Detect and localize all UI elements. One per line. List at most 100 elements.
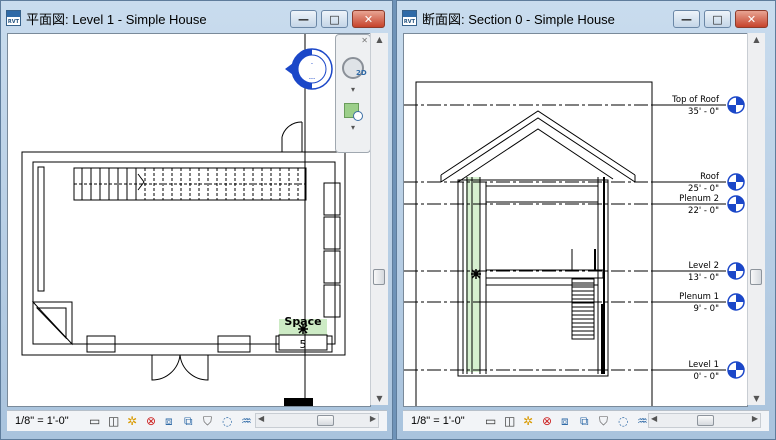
view-scale[interactable]: 1/8" = 1'-0"	[411, 415, 465, 427]
crop-region[interactable]	[415, 81, 653, 406]
level-level-1[interactable]: Level 1 0' - 0"	[404, 360, 745, 382]
visual-style-icon[interactable]: ◫	[504, 414, 519, 428]
scroll-thumb[interactable]	[750, 269, 762, 285]
level-name[interactable]: Level 2	[688, 261, 719, 271]
h-scroll-thumb[interactable]	[697, 415, 714, 426]
sun-path-icon[interactable]: ✲	[127, 414, 142, 428]
analysis-model-icon[interactable]: ♒	[241, 414, 256, 428]
plan-view-control-bar: 1/8" = 1'-0" ▭ ◫ ✲ ⊗ ⧈ ⧉ ⛉ ◌ ♒ ◀ ▶	[7, 410, 387, 431]
section-horizontal-scrollbar[interactable]: ◀ ▶	[648, 413, 761, 428]
level-roof[interactable]: Roof 25' - 0"	[404, 172, 745, 194]
view-cube-icon[interactable]: ▭	[89, 414, 104, 428]
angled-corner-wall-inner	[35, 307, 67, 340]
wheel-dropdown-icon[interactable]: ▾	[336, 85, 370, 94]
level-name[interactable]: Top of Roof	[671, 95, 720, 105]
level-name[interactable]: Plenum 2	[679, 194, 719, 204]
level-elevation[interactable]: 13' - 0"	[688, 273, 719, 283]
shadows-off-icon[interactable]: ⊗	[146, 414, 161, 428]
level-elevation[interactable]: 35' - 0"	[688, 107, 719, 117]
2d-mode-label: 2D	[356, 69, 367, 77]
revit-document-icon: RVT	[6, 10, 21, 26]
h-scroll-thumb[interactable]	[317, 415, 334, 426]
navbar-close-icon[interactable]: ✕	[361, 36, 368, 45]
svg-text:-: -	[311, 60, 313, 67]
elevation-marker[interactable]: - ---	[285, 48, 333, 90]
section-view-window[interactable]: RVT 断面図: Section 0 - Simple House — □ ✕	[396, 0, 776, 440]
revit-document-icon: RVT	[402, 10, 417, 26]
visual-style-icon[interactable]: ◫	[108, 414, 123, 428]
minimize-icon: —	[681, 12, 692, 26]
reveal-hidden-icon[interactable]: ◌	[618, 414, 633, 428]
section-vertical-scrollbar[interactable]: ▲ ▼	[747, 33, 765, 405]
crop-region-icon[interactable]: ⧈	[561, 414, 576, 428]
window	[323, 284, 341, 318]
crop-region-icon[interactable]: ⧈	[165, 414, 180, 428]
show-crop-icon[interactable]: ⧉	[580, 414, 595, 428]
sun-path-icon[interactable]: ✲	[523, 414, 538, 428]
show-crop-icon[interactable]: ⧉	[184, 414, 199, 428]
room-marker-icon	[471, 269, 481, 279]
maximize-icon: □	[329, 12, 340, 26]
section-drawing[interactable]: Top of Roof 35' - 0" Roof 25' - 0"Plenum 2 2…	[404, 34, 747, 406]
maximize-button[interactable]: □	[321, 10, 348, 28]
temporary-hide-icon[interactable]: ⛉	[599, 414, 614, 428]
maximize-button[interactable]: □	[704, 10, 731, 28]
close-icon: ✕	[363, 12, 374, 26]
scroll-right-icon[interactable]: ▶	[370, 414, 376, 423]
shadows-off-icon[interactable]: ⊗	[542, 414, 557, 428]
plan-drawing-area[interactable]: Space 5 - --- ✕ 2D ▾ ▾	[7, 33, 371, 407]
level-name[interactable]: Roof	[700, 172, 720, 182]
door-top	[281, 121, 303, 152]
view-scale[interactable]: 1/8" = 1'-0"	[15, 415, 69, 427]
stair	[73, 167, 307, 201]
window	[323, 216, 341, 250]
view-cube-icon[interactable]: ▭	[485, 414, 500, 428]
plan-horizontal-scrollbar[interactable]: ◀ ▶	[255, 413, 379, 428]
close-icon: ✕	[746, 12, 757, 26]
scroll-up-icon[interactable]: ▲	[748, 35, 765, 44]
close-button[interactable]: ✕	[352, 10, 385, 28]
double-door	[151, 354, 209, 381]
roof	[440, 110, 636, 183]
level-elevation[interactable]: 0' - 0"	[693, 372, 719, 382]
plan-window-title: 平面図: Level 1 - Simple House	[26, 12, 207, 27]
scroll-thumb[interactable]	[373, 269, 385, 285]
navigation-bar[interactable]: ✕ 2D ▾ ▾	[335, 34, 370, 153]
level-top-of-roof[interactable]: Top of Roof 35' - 0"	[404, 95, 745, 117]
scroll-left-icon[interactable]: ◀	[651, 414, 657, 423]
level-level-2[interactable]: Level 2 13' - 0"	[404, 261, 745, 283]
maximize-icon: □	[712, 12, 723, 26]
plan-vertical-scrollbar[interactable]: ▲ ▼	[370, 33, 388, 405]
temporary-hide-icon[interactable]: ⛉	[203, 414, 218, 428]
window	[323, 250, 341, 284]
level-plenum-2[interactable]: Plenum 2 22' - 0"	[404, 194, 745, 216]
section-stair	[571, 278, 595, 340]
room-marker-icon	[298, 324, 308, 334]
window	[323, 182, 341, 216]
scroll-right-icon[interactable]: ▶	[752, 414, 758, 423]
reveal-hidden-icon[interactable]: ◌	[222, 414, 237, 428]
close-button[interactable]: ✕	[735, 10, 768, 28]
level-elevation[interactable]: 25' - 0"	[688, 184, 719, 194]
level-name[interactable]: Level 1	[688, 360, 719, 370]
scroll-down-icon[interactable]: ▼	[371, 394, 388, 403]
svg-text:---: ---	[309, 75, 316, 82]
scroll-down-icon[interactable]: ▼	[748, 394, 765, 403]
section-drawing-area[interactable]: Top of Roof 35' - 0" Roof 25' - 0" Plenum 2 2…	[403, 33, 748, 407]
scroll-up-icon[interactable]: ▲	[371, 35, 388, 44]
section-titlebar[interactable]: RVT 断面図: Section 0 - Simple House — □ ✕	[397, 1, 775, 33]
level-elevation[interactable]: 22' - 0"	[688, 206, 719, 216]
zoom-dropdown-icon[interactable]: ▾	[336, 123, 370, 132]
minimize-button[interactable]: —	[673, 10, 700, 28]
floor-plan-drawing[interactable]: Space 5 - ---	[8, 34, 370, 406]
minimize-button[interactable]: —	[290, 10, 317, 28]
level-elevation[interactable]: 9' - 0"	[693, 304, 719, 314]
scroll-left-icon[interactable]: ◀	[258, 414, 264, 423]
level-name[interactable]: Plenum 1	[679, 292, 719, 302]
plan-titlebar[interactable]: RVT 平面図: Level 1 - Simple House — □ ✕	[1, 1, 392, 33]
window	[37, 166, 45, 292]
section-window-title: 断面図: Section 0 - Simple House	[422, 12, 615, 27]
section-view-control-bar: 1/8" = 1'-0" ▭ ◫ ✲ ⊗ ⧈ ⧉ ⛉ ◌ ♒ ◀ ▶	[403, 410, 769, 431]
plan-view-window[interactable]: RVT 平面図: Level 1 - Simple House — □ ✕ Sp…	[0, 0, 393, 440]
floor-2-ceiling	[485, 185, 599, 203]
